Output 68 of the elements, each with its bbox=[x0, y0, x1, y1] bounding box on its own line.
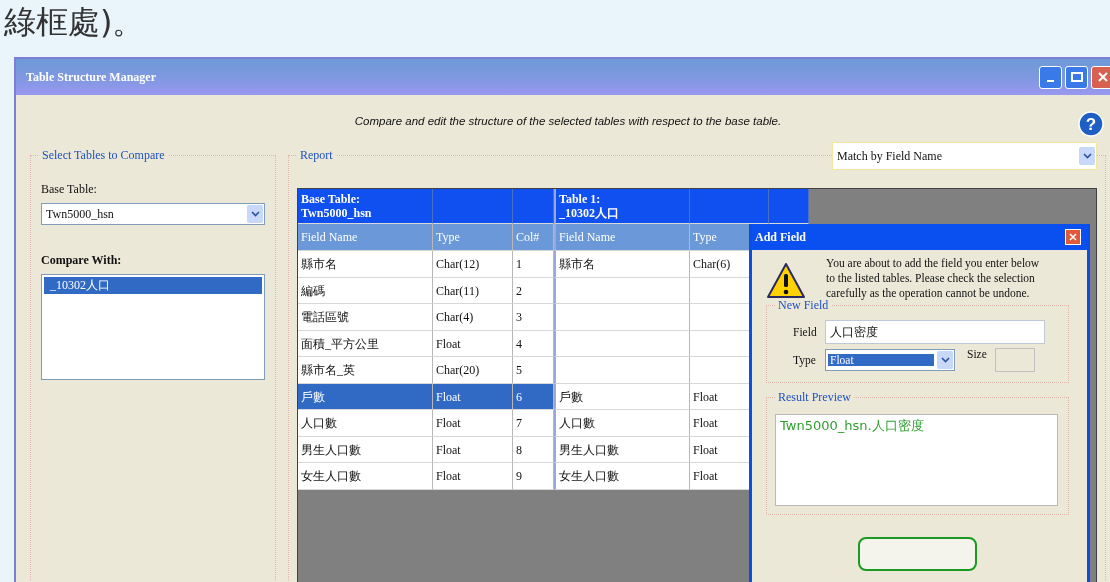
table-cell: 男生人口數 bbox=[554, 436, 690, 463]
group-legend: Report bbox=[297, 148, 336, 163]
column-header[interactable]: Field Name bbox=[298, 224, 433, 251]
table-cell: 人口數 bbox=[554, 410, 690, 437]
table-cell: 8 bbox=[513, 436, 554, 463]
group-legend: Select Tables to Compare bbox=[39, 148, 168, 163]
table-cell: Float bbox=[433, 383, 513, 410]
table-cell: Char(11) bbox=[433, 277, 513, 304]
table-cell: 男生人口數 bbox=[298, 436, 433, 463]
base-table-dropdown[interactable]: Twn5000_hsn bbox=[41, 203, 265, 225]
table-cell: Float bbox=[433, 410, 513, 437]
window-title: Table Structure Manager bbox=[26, 69, 156, 85]
table-cell: 戶數 bbox=[554, 383, 690, 410]
field-input[interactable]: 人口密度 bbox=[825, 320, 1045, 344]
match-dropdown[interactable]: Match by Field Name bbox=[832, 142, 1097, 170]
table-cell: 人口數 bbox=[298, 410, 433, 437]
table-cell: Char(20) bbox=[433, 357, 513, 384]
size-input[interactable] bbox=[994, 348, 1035, 372]
table-cell: Float bbox=[433, 330, 513, 357]
table-header: Base Table: Twn5000_hsn bbox=[298, 189, 433, 224]
table-cell: 電話區號 bbox=[298, 304, 433, 331]
help-icon[interactable]: ? bbox=[1078, 111, 1104, 137]
table-cell: 縣市名_英 bbox=[298, 357, 433, 384]
table-header-cell bbox=[513, 189, 554, 224]
warning-message: You are about to add the field you enter below to the listed tables. Please check the selection carefully as the operation cannot be undone. bbox=[826, 256, 1041, 301]
table-cell: 縣市名 bbox=[298, 251, 433, 278]
dialog-button[interactable] bbox=[858, 537, 977, 571]
table-cell: 7 bbox=[513, 410, 554, 437]
close-icon bbox=[1069, 233, 1077, 241]
table-cell: 2 bbox=[513, 277, 554, 304]
heading-text: 綠框處)。 bbox=[4, 2, 146, 43]
table-cell: 4 bbox=[513, 330, 554, 357]
close-button[interactable] bbox=[1065, 229, 1081, 245]
table-cell: Float bbox=[433, 463, 513, 490]
table-cell: 5 bbox=[513, 357, 554, 384]
table-cell: Char(4) bbox=[433, 304, 513, 331]
field-label: Field bbox=[793, 326, 817, 338]
table-cell: 6 bbox=[513, 383, 554, 410]
type-label: Type bbox=[793, 354, 817, 366]
column-header[interactable]: Type bbox=[433, 224, 513, 251]
description-text: Compare and edit the structure of the selected tables with respect to the base table. bbox=[354, 115, 782, 127]
minimize-icon bbox=[1047, 80, 1054, 82]
table-cell: 1 bbox=[513, 251, 554, 278]
compare-with-label: Compare With: bbox=[41, 253, 123, 268]
base-table-label: Base Table: bbox=[41, 182, 98, 197]
minimize-button[interactable] bbox=[1039, 65, 1062, 89]
table-cell: 女生人口數 bbox=[554, 463, 690, 490]
list-item[interactable]: _10302人口 bbox=[44, 277, 262, 294]
column-header[interactable]: Field Name bbox=[554, 224, 690, 251]
table-cell: 3 bbox=[513, 304, 554, 331]
size-label: Size bbox=[967, 348, 987, 360]
table-cell: Float bbox=[433, 436, 513, 463]
table-cell: 編碼 bbox=[298, 277, 433, 304]
maximize-button[interactable] bbox=[1065, 65, 1088, 89]
result-preview-box: Twn5000_hsn.人口密度 bbox=[775, 414, 1058, 506]
table-header: Table 1: _10302人口 bbox=[554, 189, 690, 224]
type-dropdown[interactable]: Float bbox=[825, 349, 955, 371]
table-cell: Char(12) bbox=[433, 251, 513, 278]
table-cell: 面積_平方公里 bbox=[298, 330, 433, 357]
table-cell: 戶數 bbox=[298, 383, 433, 410]
close-button[interactable] bbox=[1091, 65, 1110, 89]
table-cell: 縣市名 bbox=[554, 251, 690, 278]
table-cell: 女生人口數 bbox=[298, 463, 433, 490]
warning-icon bbox=[766, 262, 806, 300]
maximize-icon bbox=[1070, 72, 1083, 82]
column-header[interactable]: Col# bbox=[513, 224, 554, 251]
table-cell: 9 bbox=[513, 463, 554, 490]
close-icon bbox=[1097, 72, 1108, 82]
